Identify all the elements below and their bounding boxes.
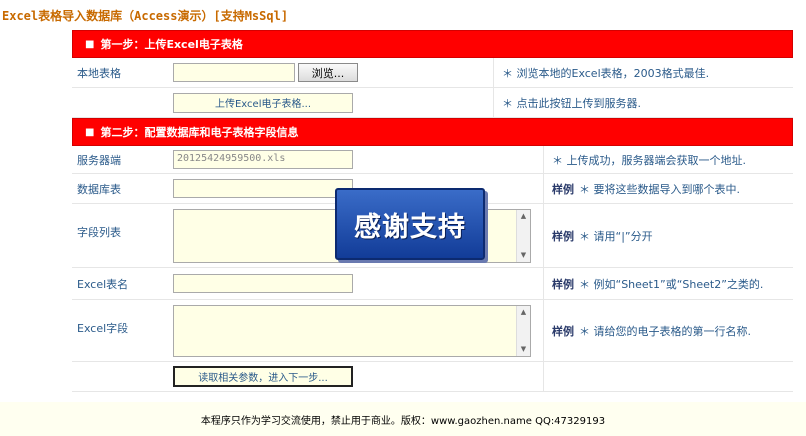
sheet-name-input[interactable]	[173, 274, 353, 293]
footer: 本程序只作为学习交流使用，禁止用于商业。版权：www.gaozhen.name …	[0, 402, 806, 436]
thanks-badge: 感谢支持	[335, 188, 485, 260]
excel-fields-example-prefix: 样例	[552, 324, 574, 338]
step1-header: ■ 第一步：上传Excel电子表格	[72, 30, 793, 58]
sheet-name-field	[173, 268, 543, 299]
row-local-file: 本地表格 浏览... ＊ 浏览本地的Excel表格，2003格式最佳.	[72, 58, 793, 88]
field-list-hint: 样例 ＊ 请用“|”分开	[543, 204, 793, 267]
excel-fields-hint: 样例 ＊ 请给您的电子表格的第一行名称.	[543, 300, 793, 361]
excel-fields-hint-text: ＊ 请给您的电子表格的第一行名称.	[579, 324, 751, 338]
excel-fields-field: ▲ ▼	[173, 300, 543, 361]
row-next: 读取相关参数，进入下一步...	[72, 362, 793, 392]
footer-text: 本程序只作为学习交流使用，禁止用于商业。版权：www.gaozhen.name …	[200, 415, 606, 427]
browse-button[interactable]: 浏览...	[298, 63, 358, 82]
step2-title: 第二步：配置数据库和电子表格字段信息	[100, 126, 299, 139]
field-list-label: 字段列表	[77, 226, 121, 239]
thanks-badge-text: 感谢支持	[354, 211, 466, 243]
step2-header: ■ 第二步：配置数据库和电子表格字段信息	[72, 118, 793, 146]
db-table-hint-text: ＊ 要将这些数据导入到哪个表中.	[579, 182, 740, 196]
row-upload: 上传Excel电子表格... ＊ 点击此按钮上传到服务器.	[72, 88, 793, 118]
next-step-button[interactable]: 读取相关参数，进入下一步...	[173, 366, 353, 387]
row-server: 服务器端 20125424959500.xls ＊ 上传成功，服务器端会获取一个…	[72, 146, 793, 174]
file-path-input[interactable]	[173, 63, 295, 82]
page-title: Excel表格导入数据库（Access演示）[支持MsSql]	[2, 9, 289, 23]
db-table-label: 数据库表	[77, 182, 121, 196]
server-path-input[interactable]: 20125424959500.xls	[173, 150, 353, 169]
scroll-up-icon[interactable]: ▲	[517, 306, 530, 319]
row-sheet-name: Excel表名 样例 ＊ 例如“Sheet1”或“Sheet2”之类的.	[72, 268, 793, 300]
db-table-example-prefix: 样例	[552, 182, 574, 196]
upload-button[interactable]: 上传Excel电子表格...	[173, 92, 353, 113]
db-table-input[interactable]	[173, 179, 353, 198]
next-field: 读取相关参数，进入下一步...	[173, 362, 543, 391]
local-file-field: 浏览...	[173, 58, 493, 87]
server-field: 20125424959500.xls	[173, 146, 543, 173]
upload-field: 上传Excel电子表格...	[173, 88, 493, 117]
server-label: 服务器端	[77, 153, 121, 167]
step1-title: 第一步：上传Excel电子表格	[100, 38, 243, 51]
local-file-label: 本地表格	[77, 66, 121, 80]
field-list-scrollbar[interactable]: ▲ ▼	[516, 209, 530, 262]
server-hint: ＊ 上传成功，服务器端会获取一个地址.	[543, 146, 793, 173]
scroll-down-icon[interactable]: ▼	[517, 249, 530, 262]
field-list-example-prefix: 样例	[552, 229, 574, 243]
browse-hint: ＊ 浏览本地的Excel表格，2003格式最佳.	[493, 58, 793, 87]
upload-label-empty	[72, 88, 173, 117]
sheet-name-hint-text: ＊ 例如“Sheet1”或“Sheet2”之类的.	[579, 277, 764, 291]
excel-fields-label: Excel字段	[77, 322, 129, 335]
field-list-hint-text: ＊ 请用“|”分开	[579, 229, 653, 243]
bullet-icon: ■	[85, 38, 95, 50]
upload-hint: ＊ 点击此按钮上传到服务器.	[493, 88, 793, 117]
row-excel-fields: Excel字段 ▲ ▼ 样例 ＊ 请给您的电子表格的第一行名称.	[72, 300, 793, 362]
db-table-hint: 样例 ＊ 要将这些数据导入到哪个表中.	[543, 174, 793, 203]
sheet-name-example-prefix: 样例	[552, 277, 574, 291]
bullet-icon: ■	[85, 126, 95, 138]
scroll-down-icon[interactable]: ▼	[517, 343, 530, 356]
scroll-up-icon[interactable]: ▲	[517, 210, 530, 223]
sheet-name-hint: 样例 ＊ 例如“Sheet1”或“Sheet2”之类的.	[543, 268, 793, 299]
next-hint-empty	[543, 362, 793, 391]
excel-fields-textarea[interactable]: ▲ ▼	[173, 304, 531, 357]
excel-fields-scrollbar[interactable]: ▲ ▼	[516, 305, 530, 356]
next-label-empty	[72, 362, 173, 391]
sheet-name-label: Excel表名	[77, 277, 129, 291]
